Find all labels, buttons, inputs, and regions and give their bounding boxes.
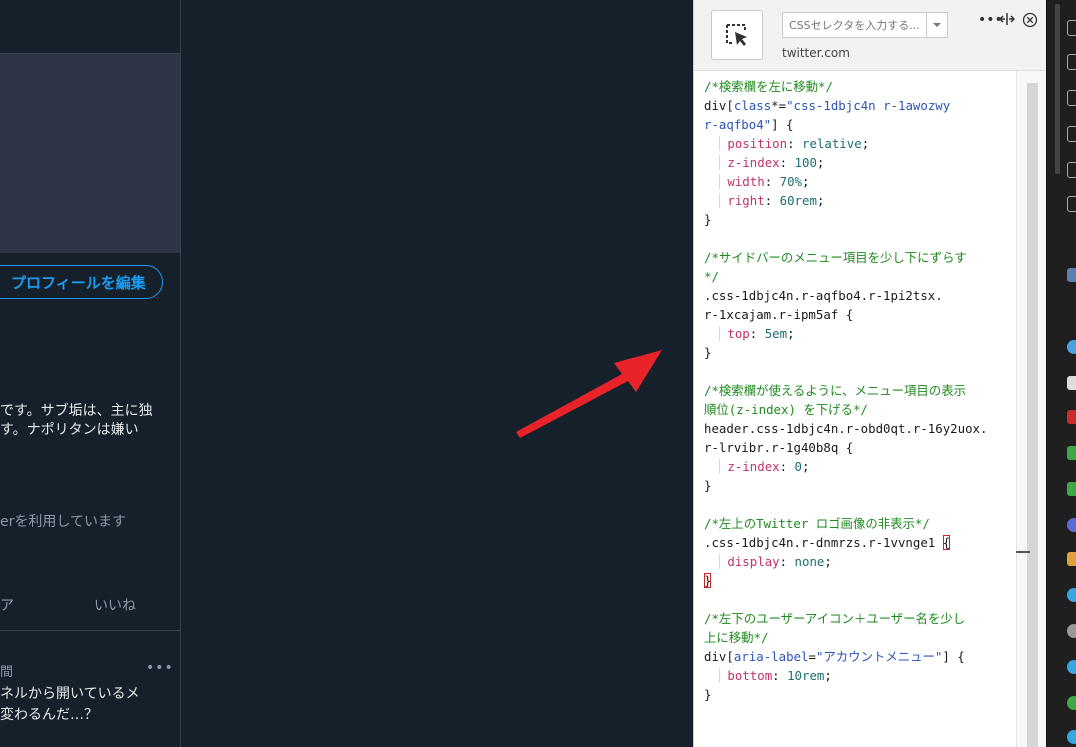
- code-string: "アカウントメニュー": [815, 649, 943, 664]
- code-comment: /*検索欄を左に移動*/: [704, 79, 833, 94]
- profile-meta-text: erを利用しています: [0, 514, 126, 530]
- code-comment: 順位(z-index) を下げる*/: [704, 402, 868, 417]
- chevron-down-icon: [933, 23, 941, 27]
- extension-icon[interactable]: [1067, 588, 1076, 602]
- code-selector: .css-1dbjc4n.r-aqfbo4.r-1pi2tsx.: [704, 288, 943, 303]
- matched-brace: {: [942, 535, 951, 550]
- code-selector: r-lrvibr.r-1g40b8q: [704, 440, 839, 455]
- code-property: z-index: [727, 459, 780, 474]
- code-selector: div: [704, 98, 727, 113]
- code-property: top: [727, 326, 750, 341]
- extension-icon[interactable]: [1067, 446, 1076, 460]
- extension-icon[interactable]: [1067, 196, 1076, 212]
- code-value: 70%: [779, 174, 803, 189]
- code-property: right: [727, 193, 765, 208]
- css-selector-input[interactable]: [782, 12, 926, 38]
- tab-media[interactable]: ア: [0, 595, 14, 615]
- code-property: display: [727, 554, 780, 569]
- code-operator: *=: [771, 98, 787, 113]
- extension-icon[interactable]: [1067, 20, 1076, 36]
- extension-icon[interactable]: [1067, 376, 1076, 390]
- code-selector: header.css-1dbjc4n.r-obd0qt.r-16y2uox.: [704, 421, 988, 436]
- tab-likes[interactable]: いいね: [94, 595, 136, 615]
- code-property: width: [727, 174, 765, 189]
- extension-icon[interactable]: [1067, 552, 1076, 566]
- element-picker-button[interactable]: [711, 10, 763, 60]
- code-comment: 上に移動*/: [704, 630, 769, 645]
- red-arrow-annotation-icon: [516, 350, 662, 438]
- code-property: z-index: [727, 155, 780, 170]
- tweet-text-line: ネルから開いているメ: [0, 686, 140, 702]
- css-editor-panel: twitter.com ••• /*検索欄を左に移動*/ div[class*=…: [693, 0, 1048, 747]
- extension-icon[interactable]: [1067, 90, 1076, 106]
- twitter-profile-column: プロフィールを編集 です。サブ垢は、主に独 す。ナポリタンは嫌い erを利用して…: [0, 0, 181, 747]
- scroll-position-marker: [1016, 551, 1030, 553]
- code-comment: */: [704, 269, 719, 284]
- code-attribute: aria-label: [733, 649, 809, 664]
- tweet-timestamp: 間: [0, 665, 14, 680]
- code-value: 60rem: [779, 193, 817, 208]
- extension-icon[interactable]: [1067, 268, 1076, 282]
- extension-icon[interactable]: [1067, 54, 1076, 70]
- code-property: bottom: [727, 668, 773, 683]
- selector-dropdown-button[interactable]: [926, 12, 948, 38]
- extension-icon[interactable]: [1067, 410, 1076, 424]
- profile-banner: [0, 54, 180, 253]
- code-value: 5em: [764, 326, 788, 341]
- cursor-arrow-icon: [726, 24, 747, 46]
- site-domain-label: twitter.com: [782, 46, 850, 60]
- css-code-editor[interactable]: /*検索欄を左に移動*/ div[class*="css-1dbjc4n r-1…: [694, 71, 1016, 747]
- code-value: 100: [794, 155, 817, 170]
- extension-icon[interactable]: [1067, 162, 1076, 178]
- panel-toolbar: twitter.com •••: [694, 0, 1047, 71]
- code-string: r-aqfbo4": [704, 117, 772, 132]
- extension-icon[interactable]: [1067, 518, 1076, 532]
- scrollbar-thumb[interactable]: [1027, 83, 1038, 747]
- code-selector: .css-1dbjc4n.r-dnmrzs.r-1vvnge1: [704, 535, 936, 550]
- tweet-text-line: 変わるんだ…？: [0, 707, 98, 723]
- extension-icon[interactable]: [1067, 624, 1076, 638]
- code-comment: /*サイドバーのメニュー項目を少し下にずらす: [704, 250, 967, 265]
- extension-icon[interactable]: [1067, 730, 1076, 744]
- browser-scrollbar[interactable]: [1055, 4, 1060, 174]
- close-circle-icon[interactable]: [1022, 12, 1038, 28]
- matched-brace: }: [704, 573, 712, 588]
- code-property: position: [727, 136, 788, 151]
- edit-profile-button[interactable]: プロフィールを編集: [0, 265, 163, 299]
- code-value: none: [794, 554, 825, 569]
- code-string: "css-1dbjc4n r-1awozwy: [786, 98, 951, 113]
- more-dots-icon[interactable]: •••: [146, 660, 174, 676]
- code-comment: /*左上のTwitter ロゴ画像の非表示*/: [704, 516, 930, 531]
- extension-icon[interactable]: [1067, 696, 1076, 710]
- editor-scrollbar[interactable]: [1016, 71, 1048, 747]
- twitter-header-bar: [0, 0, 180, 54]
- code-value: 0: [794, 459, 802, 474]
- extension-icon[interactable]: [1067, 340, 1076, 354]
- code-selector: r-1xcajam.r-ipm5af: [704, 307, 839, 322]
- code-value: relative: [802, 136, 862, 151]
- resize-horizontal-icon[interactable]: [999, 12, 1015, 26]
- code-selector: div: [704, 649, 727, 664]
- extension-icon[interactable]: [1067, 660, 1076, 674]
- code-comment: /*検索欄が使えるように、メニュー項目の表示: [704, 383, 966, 398]
- extension-icon[interactable]: [1067, 482, 1076, 496]
- code-comment: /*左下のユーザーアイコン＋ユーザー名を少し: [704, 611, 966, 626]
- code-operator: =: [808, 649, 816, 664]
- code-attribute: class: [733, 98, 772, 113]
- css-code-block[interactable]: /*検索欄を左に移動*/ div[class*="css-1dbjc4n r-1…: [704, 77, 987, 704]
- extension-icon[interactable]: [1067, 126, 1076, 142]
- browser-sidebar-edge: [1046, 0, 1076, 747]
- profile-bio-line: です。サブ垢は、主に独: [0, 403, 153, 419]
- code-value: 10rem: [787, 668, 825, 683]
- profile-bio-line: す。ナポリタンは嫌い: [0, 422, 139, 438]
- tabs-divider: [0, 630, 180, 631]
